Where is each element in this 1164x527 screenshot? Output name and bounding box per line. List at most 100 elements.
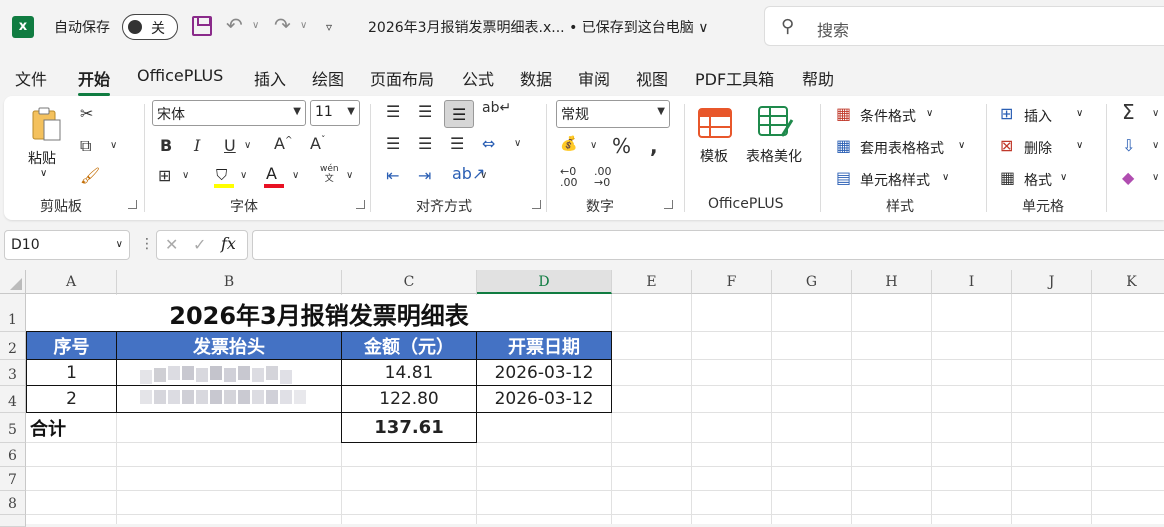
number-launcher-icon[interactable] [664, 200, 673, 209]
tab-formulas[interactable]: 公式 [462, 66, 494, 90]
column-header-g[interactable]: G [772, 270, 852, 294]
percent-icon[interactable]: % [612, 134, 631, 158]
undo-dropdown-icon[interactable]: ∨ [252, 20, 259, 31]
chevron-down-icon[interactable]: ∨ [1076, 140, 1083, 151]
more-options-icon[interactable]: ⋮ [140, 236, 154, 252]
cell-d4[interactable]: 2026-03-12 [476, 385, 612, 413]
comma-style-icon[interactable]: , [650, 134, 658, 158]
autosum-icon[interactable]: Σ [1122, 100, 1135, 124]
row-header-1[interactable]: 1 [0, 294, 26, 332]
format-cells-label[interactable]: 格式 [1024, 170, 1052, 190]
underline-icon[interactable]: U [224, 136, 236, 155]
underline-dropdown-icon[interactable]: ∨ [244, 140, 251, 151]
chevron-down-icon[interactable]: ∨ [926, 108, 933, 119]
cell-styles-label[interactable]: 单元格样式 [860, 170, 930, 190]
conditional-format-icon[interactable]: ▦ [836, 104, 851, 123]
chevron-down-icon[interactable]: ∨ [942, 172, 949, 183]
font-name-select[interactable]: 宋体 ▼ [152, 100, 306, 126]
fill-color-icon[interactable]: ⛉ [212, 166, 236, 190]
chevron-down-icon[interactable]: ∨ [1076, 108, 1083, 119]
fill-color-dropdown-icon[interactable]: ∨ [240, 170, 247, 181]
format-as-table-label[interactable]: 套用表格格式 [860, 138, 944, 158]
decrease-decimal-icon[interactable]: .00 →0 [594, 166, 612, 188]
select-all-corner[interactable] [0, 270, 26, 294]
cell-c3[interactable]: 14.81 [341, 359, 477, 386]
align-left-icon[interactable]: ☰ [386, 134, 400, 153]
tab-pdf-tools[interactable]: PDF工具箱 [695, 66, 774, 90]
save-icon[interactable] [192, 16, 212, 36]
tab-page-layout[interactable]: 页面布局 [370, 66, 434, 90]
autosum-dropdown-icon[interactable]: ∨ [1152, 108, 1159, 119]
merge-dropdown-icon[interactable]: ∨ [514, 138, 521, 149]
row-header-3[interactable]: 3 [0, 360, 26, 386]
decrease-indent-icon[interactable]: ⇤ [386, 166, 399, 185]
total-label[interactable]: 合计 [30, 413, 66, 442]
paste-label[interactable]: 粘贴 [28, 148, 56, 168]
format-painter-icon[interactable]: 🖌 [80, 166, 100, 185]
row-header-2[interactable]: 2 [0, 332, 26, 360]
redo-icon[interactable]: ↷ [274, 13, 291, 37]
autosave-toggle[interactable]: 关 [122, 14, 178, 40]
number-format-select[interactable]: 常规 ▼ [556, 100, 670, 128]
align-bottom-button[interactable]: ☰ [444, 100, 474, 128]
insert-cells-icon[interactable]: ⊞ [1000, 104, 1013, 123]
tab-draw[interactable]: 绘图 [312, 66, 344, 90]
tab-help[interactable]: 帮助 [802, 66, 834, 90]
tab-insert[interactable]: 插入 [254, 66, 286, 90]
search-box[interactable]: ⚲ 搜索 [764, 6, 1164, 46]
align-center-icon[interactable]: ☰ [418, 134, 432, 153]
table-beautify-label[interactable]: 表格美化 [746, 146, 802, 166]
column-header-d[interactable]: D [477, 270, 612, 294]
increase-decimal-icon[interactable]: ←0.00 [560, 166, 578, 188]
align-middle-icon[interactable]: ☰ [418, 102, 432, 121]
font-color-dropdown-icon[interactable]: ∨ [292, 170, 299, 181]
header-cell-amount[interactable]: 金额（元） [341, 331, 477, 360]
document-title[interactable]: 2026年3月报销发票明细表.x... • 已保存到这台电脑 ∨ [368, 17, 708, 37]
insert-cells-label[interactable]: 插入 [1024, 106, 1052, 126]
cell-c4[interactable]: 122.80 [341, 385, 477, 413]
template-icon[interactable] [698, 108, 732, 142]
align-top-icon[interactable]: ☰ [386, 102, 400, 121]
enter-icon[interactable]: ✓ [193, 235, 206, 254]
tab-data[interactable]: 数据 [520, 66, 552, 90]
column-header-h[interactable]: H [852, 270, 932, 294]
orientation-dropdown-icon[interactable]: ∨ [480, 170, 487, 181]
delete-cells-icon[interactable]: ⊠ [1000, 136, 1013, 155]
font-color-icon[interactable]: A [262, 164, 286, 190]
cancel-icon[interactable]: ✕ [165, 235, 178, 254]
increase-indent-icon[interactable]: ⇥ [418, 166, 431, 185]
undo-icon[interactable]: ↶ [226, 13, 243, 37]
header-cell-payer[interactable]: 发票抬头 [116, 331, 342, 360]
tab-file[interactable]: 文件 [15, 66, 47, 90]
copy-icon[interactable]: ⧉ [80, 136, 91, 156]
row-header-9[interactable] [0, 515, 26, 527]
phonetic-dropdown-icon[interactable]: ∨ [346, 170, 353, 181]
sheet-title[interactable]: 2026年3月报销发票明细表 [27, 295, 611, 331]
column-header-k[interactable]: K [1092, 270, 1164, 294]
paste-dropdown-icon[interactable]: ∨ [40, 168, 47, 179]
border-icon[interactable]: ⊞ [158, 166, 171, 185]
cell-a4[interactable]: 2 [26, 385, 117, 413]
customize-toolbar-icon[interactable]: ▿ [326, 20, 332, 34]
row-header-6[interactable]: 6 [0, 443, 26, 467]
phonetic-icon[interactable]: wén 文 [320, 164, 339, 184]
column-header-b[interactable]: B [117, 270, 342, 294]
tab-home[interactable]: 开始 [78, 66, 111, 96]
merge-center-icon[interactable]: ⇔ [482, 134, 495, 153]
header-cell-no[interactable]: 序号 [26, 331, 117, 360]
column-header-j[interactable]: J [1012, 270, 1092, 294]
fill-icon[interactable]: ⇩ [1122, 136, 1135, 155]
header-cell-date[interactable]: 开票日期 [476, 331, 612, 360]
column-header-i[interactable]: I [932, 270, 1012, 294]
row-header-5[interactable]: 5 [0, 413, 26, 443]
column-header-a[interactable]: A [26, 270, 117, 294]
conditional-format-label[interactable]: 条件格式 [860, 106, 916, 126]
accounting-dropdown-icon[interactable]: ∨ [590, 140, 597, 151]
template-label[interactable]: 模板 [700, 146, 728, 166]
font-launcher-icon[interactable] [356, 200, 365, 209]
name-box[interactable]: D10 ∨ [4, 230, 130, 260]
table-beautify-icon[interactable] [758, 106, 794, 142]
cell-styles-icon[interactable]: ▤ [836, 168, 851, 187]
chevron-down-icon[interactable]: ∨ [116, 239, 123, 250]
cell-a3[interactable]: 1 [26, 359, 117, 386]
